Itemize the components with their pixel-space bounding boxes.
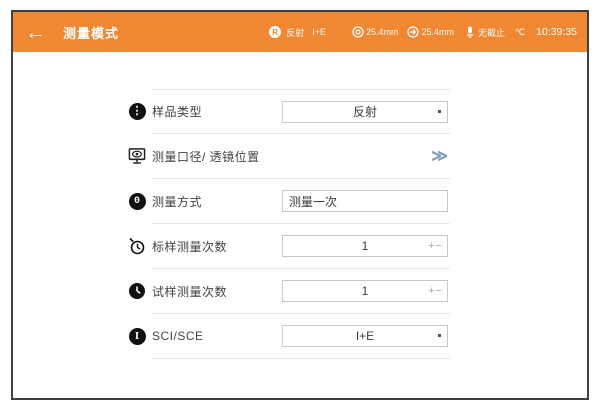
sample-type-select[interactable]: 反射: [282, 101, 448, 123]
status-sci-sce: I+E: [312, 27, 326, 37]
measure-method-value: 测量一次: [289, 193, 337, 210]
sci-sce-value: I+E: [356, 329, 374, 343]
stopwatch-icon: [128, 237, 146, 255]
measure-method-input[interactable]: 测量一次: [282, 190, 448, 212]
row-measure-method: 0 测量方式 测量一次: [152, 179, 450, 224]
header-bar: ← 测量模式 R 反射 I+E 25.4mm 25.4mm: [13, 12, 587, 52]
settings-list: ⋮ 样品类型 反射 测量口径/ 透镜位置 ≫: [13, 52, 587, 359]
dropdown-dot-icon: [438, 110, 441, 113]
dropdown-dot-icon: [438, 334, 441, 337]
back-arrow-icon[interactable]: ←: [25, 22, 46, 43]
status-illumination-aperture: 25.4mm: [421, 27, 454, 37]
zero-circle-icon: 0: [128, 192, 146, 210]
i-circle-icon: I: [128, 327, 146, 345]
increment-button[interactable]: +: [428, 240, 435, 252]
decrement-button[interactable]: −: [436, 240, 443, 252]
sample-count-label: 试样测量次数: [152, 283, 227, 300]
temperature-unit: ℃: [515, 27, 525, 38]
stepper-controls: + −: [428, 240, 443, 252]
double-chevron-right-icon[interactable]: ≫: [431, 146, 446, 166]
monitor-eye-icon: [128, 147, 146, 165]
sci-sce-label: SCI/SCE: [152, 329, 204, 343]
row-sci-sce: I SCI/SCE I+E: [152, 314, 450, 359]
status-uv-cutoff: 无截止: [478, 26, 505, 39]
clock-time: 10:39:35: [536, 26, 577, 38]
stepper-controls: + −: [428, 285, 443, 297]
standard-count-label: 标样测量次数: [152, 238, 227, 255]
clock-icon: [128, 282, 146, 300]
page-title: 测量模式: [63, 23, 119, 42]
row-aperture-lens[interactable]: 测量口径/ 透镜位置 ≫: [152, 134, 450, 179]
row-standard-count: 标样测量次数 1 + −: [152, 224, 450, 269]
device-screen: ← 测量模式 R 反射 I+E 25.4mm 25.4mm: [11, 10, 589, 400]
reflectance-mode-icon: R: [269, 26, 281, 38]
row-sample-type: ⋮ 样品类型 反射: [152, 89, 450, 134]
status-measure-aperture: 25.4mm: [366, 27, 399, 37]
sample-type-value: 反射: [353, 103, 377, 120]
aperture-lens-label: 测量口径/ 透镜位置: [152, 148, 260, 165]
row-sample-count: 试样测量次数 1 + −: [152, 269, 450, 314]
status-mode-text: 反射: [286, 26, 304, 39]
sample-count-value: 1: [362, 284, 369, 298]
status-bar: R 反射 I+E 25.4mm 25.4mm: [269, 26, 577, 39]
standard-count-stepper[interactable]: 1 + −: [282, 235, 448, 257]
increment-button[interactable]: +: [428, 285, 435, 297]
uv-lamp-icon: [466, 26, 474, 38]
sci-sce-select[interactable]: I+E: [282, 325, 448, 347]
more-dots-circle-icon: ⋮: [128, 103, 146, 121]
standard-count-value: 1: [362, 239, 369, 253]
measure-method-label: 测量方式: [152, 193, 202, 210]
illumination-aperture-icon: [407, 26, 419, 38]
sample-type-label: 样品类型: [152, 103, 202, 120]
measure-aperture-icon: [352, 26, 364, 38]
decrement-button[interactable]: −: [436, 285, 443, 297]
sample-count-stepper[interactable]: 1 + −: [282, 280, 448, 302]
